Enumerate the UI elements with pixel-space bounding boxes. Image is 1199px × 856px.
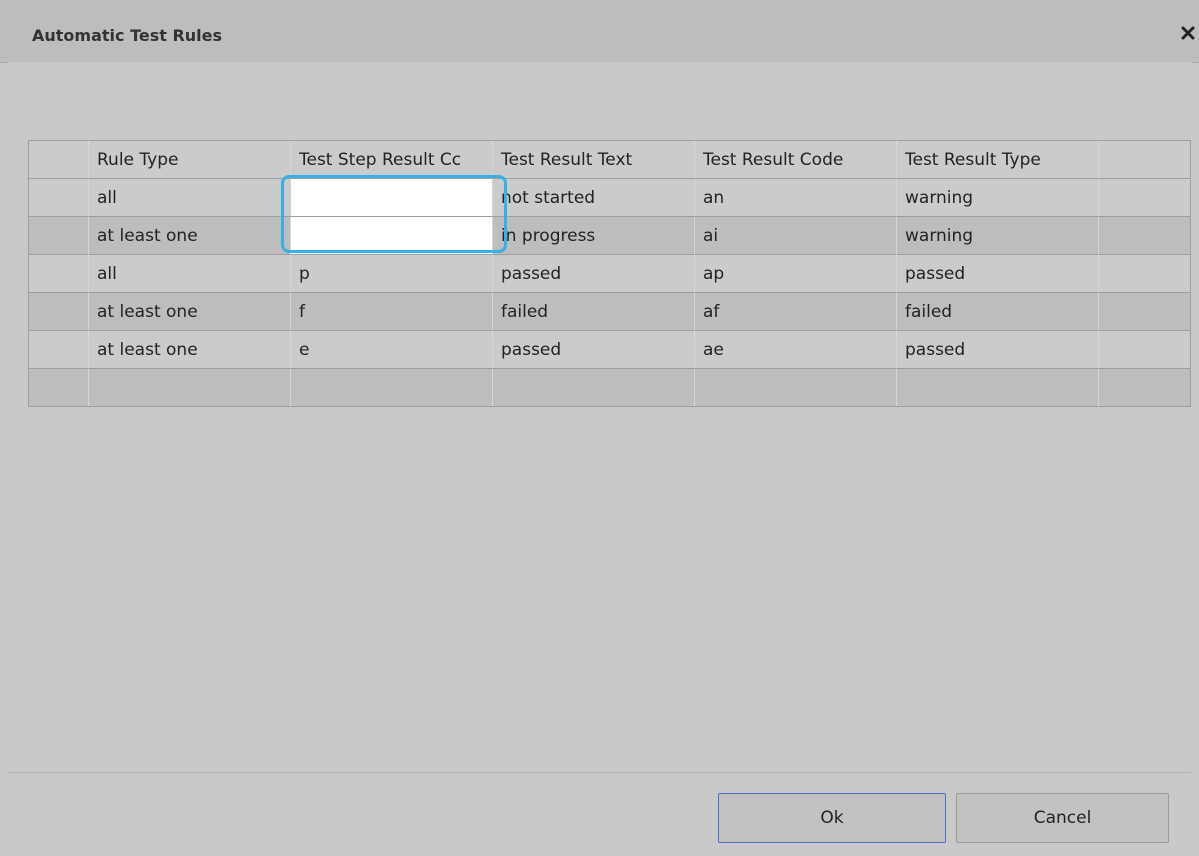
cell-test-step-result-code[interactable]: e bbox=[290, 330, 493, 369]
cell-test-result-text[interactable]: in progress bbox=[492, 216, 695, 255]
cell-test-result-text[interactable] bbox=[492, 368, 695, 407]
cell-test-result-type[interactable]: warning bbox=[896, 178, 1099, 217]
cell-filler bbox=[1098, 368, 1191, 407]
cell-test-result-text[interactable]: failed bbox=[492, 292, 695, 331]
cell-test-result-code[interactable]: ai bbox=[694, 216, 897, 255]
cell-test-step-result-code-editor[interactable] bbox=[290, 216, 493, 255]
cell-rule-type[interactable]: at least one bbox=[88, 216, 291, 255]
dialog-content: Rule Type Test Step Result Cc Test Resul… bbox=[8, 62, 1191, 772]
header-test-step-result-code[interactable]: Test Step Result Cc bbox=[290, 140, 493, 179]
header-filler bbox=[1098, 140, 1191, 179]
cancel-button[interactable]: Cancel bbox=[956, 793, 1169, 843]
cell-test-result-type[interactable] bbox=[896, 368, 1099, 407]
cell-test-result-type[interactable]: passed bbox=[896, 254, 1099, 293]
table-header-row: Rule Type Test Step Result Cc Test Resul… bbox=[28, 140, 1191, 179]
cell-test-result-text[interactable]: not started bbox=[492, 178, 695, 217]
cell-filler bbox=[1098, 254, 1191, 293]
cell-test-result-type[interactable]: passed bbox=[896, 330, 1099, 369]
cell-test-result-code[interactable]: ap bbox=[694, 254, 897, 293]
table-row[interactable]: all not started an warning bbox=[28, 178, 1191, 217]
cell-test-result-code[interactable] bbox=[694, 368, 897, 407]
row-selector[interactable] bbox=[28, 368, 89, 407]
row-selector[interactable] bbox=[28, 216, 89, 255]
cell-rule-type[interactable]: at least one bbox=[88, 330, 291, 369]
cell-test-result-code[interactable]: af bbox=[694, 292, 897, 331]
rules-table: Rule Type Test Step Result Cc Test Resul… bbox=[28, 140, 1191, 407]
cell-test-step-result-code-editor[interactable] bbox=[290, 178, 493, 217]
cell-rule-type[interactable]: all bbox=[88, 254, 291, 293]
table-row[interactable]: all p passed ap passed bbox=[28, 254, 1191, 293]
cell-filler bbox=[1098, 292, 1191, 331]
cell-test-step-result-code[interactable] bbox=[290, 368, 493, 407]
cell-test-result-text[interactable]: passed bbox=[492, 330, 695, 369]
cell-filler bbox=[1098, 330, 1191, 369]
cell-test-step-result-code[interactable]: f bbox=[290, 292, 493, 331]
close-icon[interactable] bbox=[1181, 26, 1195, 40]
cell-filler bbox=[1098, 178, 1191, 217]
table-row[interactable]: at least one f failed af failed bbox=[28, 292, 1191, 331]
header-rule-type[interactable]: Rule Type bbox=[88, 140, 291, 179]
cell-rule-type[interactable]: all bbox=[88, 178, 291, 217]
table-row-new[interactable] bbox=[28, 368, 1191, 407]
cell-test-step-result-code[interactable]: p bbox=[290, 254, 493, 293]
row-selector[interactable] bbox=[28, 178, 89, 217]
dialog-titlebar: Automatic Test Rules bbox=[0, 0, 1199, 63]
table-row[interactable]: at least one e passed ae passed bbox=[28, 330, 1191, 369]
cell-test-result-type[interactable]: warning bbox=[896, 216, 1099, 255]
cell-rule-type[interactable]: at least one bbox=[88, 292, 291, 331]
cell-test-result-type[interactable]: failed bbox=[896, 292, 1099, 331]
ok-button[interactable]: Ok bbox=[718, 793, 946, 843]
header-row-selector bbox=[28, 140, 89, 179]
table-row[interactable]: at least one in progress ai warning bbox=[28, 216, 1191, 255]
cell-test-result-code[interactable]: an bbox=[694, 178, 897, 217]
row-selector[interactable] bbox=[28, 330, 89, 369]
cell-test-result-text[interactable]: passed bbox=[492, 254, 695, 293]
dialog-title: Automatic Test Rules bbox=[32, 26, 223, 45]
dialog-footer: Ok Cancel bbox=[8, 772, 1191, 856]
cell-test-result-code[interactable]: ae bbox=[694, 330, 897, 369]
header-test-result-type[interactable]: Test Result Type bbox=[896, 140, 1099, 179]
cell-rule-type[interactable] bbox=[88, 368, 291, 407]
header-test-result-code[interactable]: Test Result Code bbox=[694, 140, 897, 179]
row-selector[interactable] bbox=[28, 292, 89, 331]
header-test-result-text[interactable]: Test Result Text bbox=[492, 140, 695, 179]
cell-filler bbox=[1098, 216, 1191, 255]
row-selector[interactable] bbox=[28, 254, 89, 293]
